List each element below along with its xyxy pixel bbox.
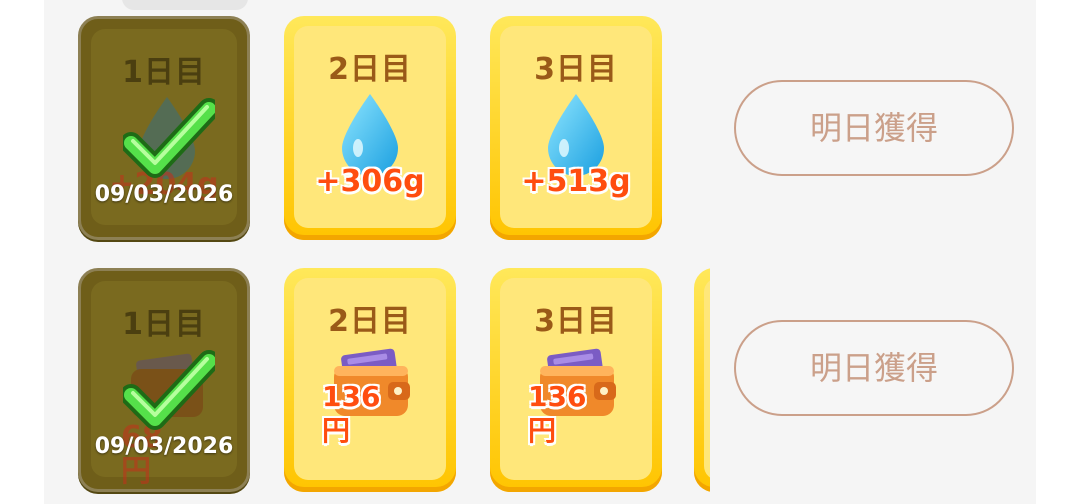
day-card-4-partial <box>694 268 710 492</box>
day-label: 2日目 <box>328 304 412 339</box>
day-label: 3日目 <box>534 304 618 339</box>
day-label: 1日目 <box>122 307 206 342</box>
currency-label: 円 <box>528 414 557 447</box>
reward-amount: +513g <box>521 164 631 199</box>
day-card-1: 1日目 +204g 09/03/2026 <box>78 16 250 240</box>
claim-tomorrow-button[interactable]: 明日獲得 <box>734 80 1014 176</box>
reward-number: 136 <box>528 380 587 413</box>
reward-amount: +306g <box>315 164 425 199</box>
checkmark-icon <box>123 98 215 178</box>
day-card-2: 2日目 +306g <box>284 16 456 240</box>
partial-card <box>694 268 710 492</box>
claim-tomorrow-button[interactable]: 明日獲得 <box>734 320 1014 416</box>
previous-card-edge <box>122 0 248 10</box>
reward-number: 136 <box>322 380 381 413</box>
day-card-3: 3日目 +513g <box>490 16 662 240</box>
claim-date: 09/03/2026 <box>94 434 234 459</box>
reward-row-cash: 1日目 68 円 09/03/2026 2日目 136 円 3日目 136 円 … <box>0 268 1080 496</box>
currency-label: 円 <box>322 414 351 447</box>
reward-amount: 136 円 <box>528 380 618 448</box>
day-card-1: 1日目 68 円 09/03/2026 <box>78 268 250 492</box>
day-label: 3日目 <box>534 52 618 87</box>
reward-amount: 136 円 <box>322 380 412 448</box>
reward-row-water: 1日目 +204g 09/03/2026 2日目 +306g 3日目 +513g… <box>0 16 1080 244</box>
card-inner <box>704 278 710 480</box>
day-card-2: 2日目 136 円 <box>284 268 456 492</box>
checkmark-icon <box>123 350 215 430</box>
claim-date: 09/03/2026 <box>94 182 234 207</box>
day-card-3: 3日目 136 円 <box>490 268 662 492</box>
day-label: 1日目 <box>122 55 206 90</box>
day-label: 2日目 <box>328 52 412 87</box>
currency-label: 円 <box>121 454 151 489</box>
